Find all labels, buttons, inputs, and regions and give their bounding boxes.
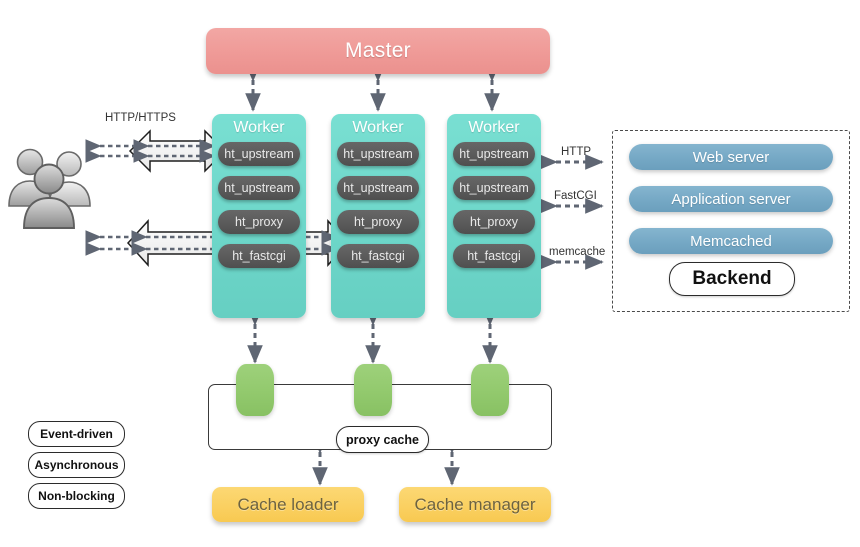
diagram-canvas: Master Worker ht_upstream ht_upstream ht… <box>0 0 860 547</box>
backend-server-1[interactable]: Application server <box>629 186 833 212</box>
feature-label-2: Non-blocking <box>38 489 115 503</box>
worker-1-module-2[interactable]: ht_proxy <box>218 210 300 234</box>
client-worker-flow-top <box>85 139 216 163</box>
cache-manager-process[interactable]: Cache manager <box>399 487 551 522</box>
worker-process-1[interactable]: Worker ht_upstream ht_upstream ht_proxy … <box>212 114 306 318</box>
feature-pill-asynchronous: Asynchronous <box>28 452 125 478</box>
protocol-label-http-https: HTTP/HTTPS <box>105 112 176 124</box>
backend-label: Backend <box>692 268 772 289</box>
feature-pill-non-blocking: Non-blocking <box>28 483 125 509</box>
connector-label-memcache: memcache <box>549 246 606 258</box>
worker-3-module-1[interactable]: ht_upstream <box>453 176 535 200</box>
master-process-box[interactable]: Master <box>206 28 550 74</box>
cache-cylinder-1[interactable] <box>236 364 274 416</box>
worker-2-module-0[interactable]: ht_upstream <box>337 142 419 166</box>
worker-2-module-3[interactable]: ht_fastcgi <box>337 244 419 268</box>
connector-label-http: HTTP <box>561 146 592 158</box>
worker-1-module-0[interactable]: ht_upstream <box>218 142 300 166</box>
cache-manager-label: Cache manager <box>414 494 536 514</box>
feature-pill-event-driven: Event-driven <box>28 421 125 447</box>
worker-cache-links <box>247 307 498 364</box>
cache-loader-process[interactable]: Cache loader <box>212 487 364 522</box>
worker-3-module-3[interactable]: ht_fastcgi <box>453 244 535 268</box>
backend-server-2[interactable]: Memcached <box>629 228 833 254</box>
master-label: Master <box>345 39 411 62</box>
worker-title-2: Worker <box>352 119 404 136</box>
proxy-cache-label-pill: proxy cache <box>336 426 429 453</box>
backend-label-pill: Backend <box>669 262 795 296</box>
backend-server-0[interactable]: Web server <box>629 144 833 170</box>
worker-2-module-2[interactable]: ht_proxy <box>337 210 419 234</box>
feature-label-0: Event-driven <box>40 427 113 441</box>
worker-title-1: Worker <box>233 119 285 136</box>
worker-1-module-3[interactable]: ht_fastcgi <box>218 244 300 268</box>
backend-panel: Web server Application server Memcached … <box>612 130 850 312</box>
worker-process-3[interactable]: Worker ht_upstream ht_upstream ht_proxy … <box>447 114 541 318</box>
worker-2-module-1[interactable]: ht_upstream <box>337 176 419 200</box>
client-users-icon <box>6 140 98 230</box>
worker-1-module-1[interactable]: ht_upstream <box>218 176 300 200</box>
master-worker-links <box>245 63 500 112</box>
cache-cylinder-2[interactable] <box>354 364 392 416</box>
cache-cylinder-3[interactable] <box>471 364 509 416</box>
cache-loader-label: Cache loader <box>237 494 339 514</box>
worker-process-2[interactable]: Worker ht_upstream ht_upstream ht_proxy … <box>331 114 425 318</box>
worker-title-3: Worker <box>468 119 520 136</box>
users-group-icon <box>8 148 91 229</box>
proxy-cache-label: proxy cache <box>346 432 419 447</box>
feature-label-1: Asynchronous <box>34 458 119 472</box>
connector-label-fastcgi: FastCGI <box>554 190 597 202</box>
cache-process-links <box>312 435 460 486</box>
worker-3-module-2[interactable]: ht_proxy <box>453 210 535 234</box>
worker-3-module-0[interactable]: ht_upstream <box>453 142 535 166</box>
